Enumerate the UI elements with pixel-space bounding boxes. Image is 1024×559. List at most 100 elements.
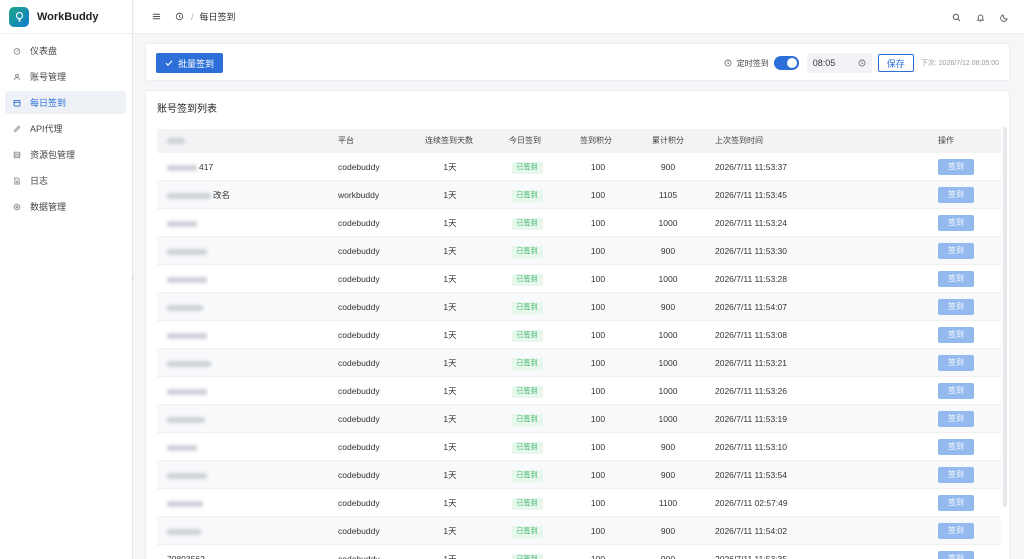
sidebar-item-0[interactable]: 仪表盘 [5,39,126,62]
checkin-button[interactable]: 签到 [938,327,974,343]
cell-last-time: 2026/7/11 11:54:02 [715,526,788,536]
checkin-button[interactable]: 签到 [938,411,974,427]
cell-today: 已签到 [502,321,552,349]
redacted-account [167,444,197,451]
cell-total: 900 [660,442,676,452]
sidebar-item-6[interactable]: 数据管理 [5,195,126,218]
sidebar: WorkBuddy 仪表盘 账号管理 每日签到 API代理 资源包管理 日志 数据管理 [0,0,133,559]
cell-points: 100 [590,442,606,452]
checkin-button[interactable]: 签到 [938,383,974,399]
check-icon [165,60,173,66]
cell-total: 1105 [658,190,678,200]
cell-streak: 1天 [443,246,457,256]
scheduled-checkin-label: 定时签到 [736,58,769,68]
checkin-button[interactable]: 签到 [938,271,974,287]
schedule-time-input[interactable]: 08:05 [806,53,872,73]
cell-today: 已签到 [502,349,552,377]
table-row: codebuddy 1天 已签到 100 900 2026/7/11 11:53:10 签到 [157,433,1001,461]
cell-streak: 1天 [443,386,457,396]
cell-platform: codebuddy [338,162,380,172]
list-scrollbar[interactable] [1003,127,1007,507]
sidebar-item-2[interactable]: 每日签到 [5,91,126,114]
batch-checkin-button[interactable]: 批量签到 [156,53,223,73]
table-header: 平台 连续签到天数 今日签到 签到积分 累计积分 上次签到时间 操作 [157,129,1001,153]
status-badge: 已签到 [511,329,543,342]
cell-account [167,405,207,433]
status-badge: 已签到 [511,469,543,482]
cell-last-time: 2026/7/11 11:53:26 [715,386,788,396]
sidebar-item-label: 数据管理 [30,202,67,212]
cell-last-time: 2026/7/11 11:53:19 [715,414,788,424]
table-row: codebuddy 1天 已签到 100 1000 2026/7/11 11:53:19 签… [157,405,1001,433]
cell-today: 已签到 [502,405,552,433]
header-total: 累计积分 [652,136,684,145]
cell-total: 900 [660,162,676,172]
sidebar-resize-handle[interactable]: ⁞ [130,273,136,285]
status-badge: 已签到 [511,441,543,454]
checkin-button[interactable]: 签到 [938,187,974,203]
checkin-button[interactable]: 签到 [938,551,974,559]
cell-last-time: 2026/7/11 11:53:30 [715,246,788,256]
table-row: 417 codebuddy 1天 已签到 100 900 2026/7/11 11:53:3… [157,153,1001,181]
search-icon[interactable] [950,11,962,23]
redacted-account [167,220,197,227]
home-icon[interactable] [173,11,185,23]
checkin-button[interactable]: 签到 [938,523,974,539]
checkin-button[interactable]: 签到 [938,439,974,455]
cell-platform: codebuddy [338,442,380,452]
table-row: codebuddy 1天 已签到 100 1000 2026/7/11 11:53:21 签… [157,349,1001,377]
cell-points: 100 [590,302,606,312]
cell-streak: 1天 [443,526,457,536]
redacted-account [167,332,207,339]
sidebar-item-4[interactable]: 资源包管理 [5,143,126,166]
checkin-button[interactable]: 签到 [938,355,974,371]
cell-account [167,265,209,293]
redacted-account [167,276,207,283]
cell-platform: codebuddy [338,218,380,228]
scheduled-checkin-toggle[interactable] [773,56,799,70]
header-action: 操作 [938,136,954,145]
table-row: codebuddy 1天 已签到 100 1100 2026/7/11 02:57:49 签… [157,489,1001,517]
cell-points: 100 [590,414,606,424]
header-platform: 平台 [338,136,354,145]
dashboard-icon [11,45,23,57]
sidebar-item-5[interactable]: 日志 [5,169,126,192]
header-today: 今日签到 [509,136,541,145]
cell-streak: 1天 [443,498,457,508]
cell-today: 已签到 [502,293,552,321]
status-badge: 已签到 [511,413,543,426]
save-button[interactable]: 保存 [877,54,914,72]
table-row: 70803562 codebuddy 1天 已签到 100 900 2026/7/11 11… [157,545,1001,559]
moon-icon[interactable] [998,11,1010,23]
cell-today: 已签到 [502,209,552,237]
cell-today: 已签到 [502,265,552,293]
user-icon [11,71,23,83]
bell-icon[interactable] [974,11,986,23]
sidebar-item-3[interactable]: API代理 [5,117,126,140]
cell-total: 1000 [658,386,678,396]
cell-points: 100 [590,162,606,172]
cell-today: 已签到 [502,377,552,405]
cell-platform: codebuddy [338,330,380,340]
checkin-button[interactable]: 签到 [938,467,974,483]
checkin-button[interactable]: 签到 [938,299,974,315]
app-logo [9,6,29,27]
table-row: codebuddy 1天 已签到 100 900 2026/7/11 11:54:07 签到 [157,293,1001,321]
cell-today: 已签到 [502,433,552,461]
cell-last-time: 2026/7/11 11:53:35 [715,554,788,559]
checkin-button[interactable]: 签到 [938,495,974,511]
checkin-button[interactable]: 签到 [938,159,974,175]
cell-platform: codebuddy [338,274,380,284]
sidebar-item-1[interactable]: 账号管理 [5,65,126,88]
redacted-account [167,416,205,423]
header-streak: 连续签到天数 [425,136,473,145]
edit-icon [11,123,23,135]
checkin-button[interactable]: 签到 [938,215,974,231]
cell-account: 改名 [167,181,230,209]
menu-toggle-icon[interactable] [150,11,162,23]
status-badge: 已签到 [511,189,543,202]
table-body: 417 codebuddy 1天 已签到 100 900 2026/7/11 11:53:3… [157,153,1001,559]
cell-streak: 1天 [443,190,457,200]
checkin-button[interactable]: 签到 [938,243,974,259]
calendar-icon [11,97,23,109]
